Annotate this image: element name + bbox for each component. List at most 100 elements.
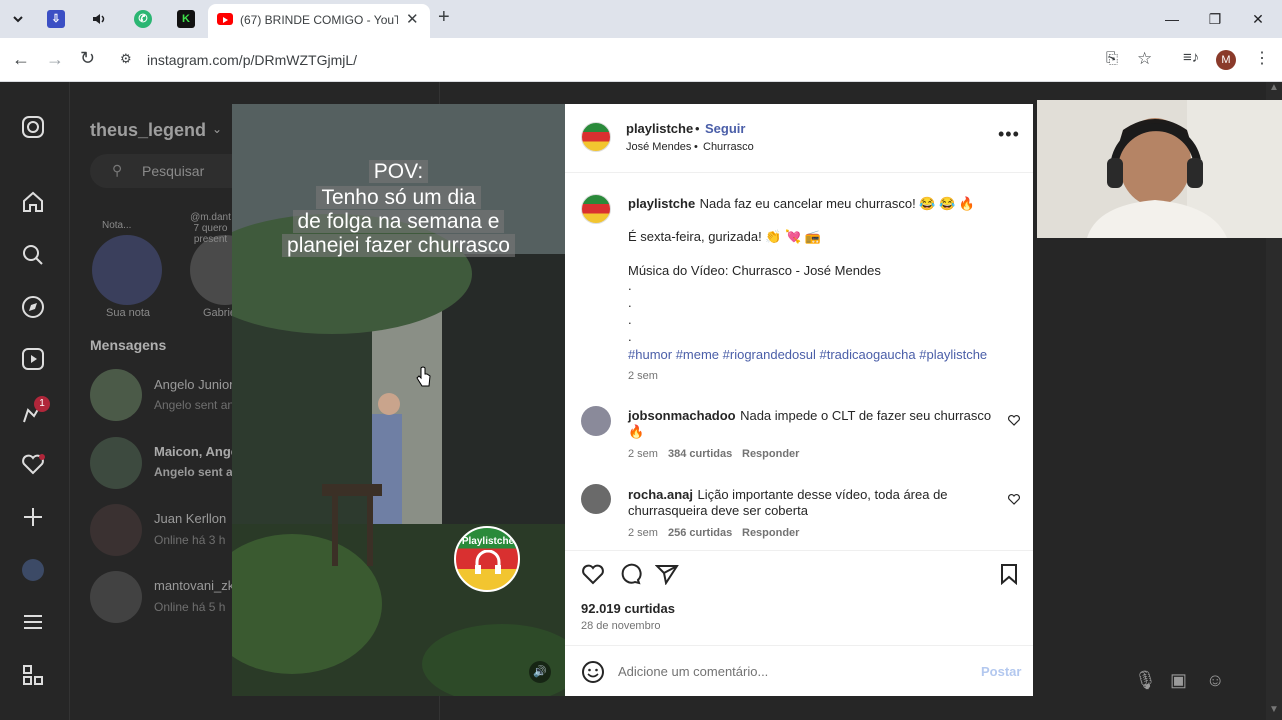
- close-window-button[interactable]: ✕: [1246, 8, 1270, 30]
- search-icon[interactable]: [20, 242, 46, 268]
- close-tab-icon[interactable]: ✕: [406, 10, 419, 28]
- comment-like-heart-icon[interactable]: [1008, 493, 1020, 505]
- k-app-icon[interactable]: K: [177, 10, 195, 28]
- caption-line2: É sexta-feira, gurizada! 👏 💘 📻: [628, 229, 822, 244]
- separator-dot: •: [695, 121, 700, 136]
- whatsapp-icon[interactable]: ✆: [134, 10, 152, 28]
- post-video[interactable]: POV: Tenho só um dia de folga na semana …: [232, 104, 565, 696]
- comment-reply-button[interactable]: Responder: [742, 527, 799, 539]
- image-icon[interactable]: ▣: [1170, 670, 1187, 691]
- comment-likes[interactable]: 384 curtidas: [668, 448, 732, 460]
- mouse-cursor: [416, 366, 432, 388]
- comment-avatar[interactable]: [581, 406, 611, 436]
- conversation-avatar[interactable]: [90, 504, 142, 556]
- tab-search-button[interactable]: [8, 10, 28, 28]
- microphone-icon[interactable]: 🎙: [1134, 670, 1157, 691]
- video-caption-line: POV:: [368, 160, 429, 183]
- search-placeholder: Pesquisar: [142, 163, 205, 179]
- comment-likes[interactable]: 256 curtidas: [668, 527, 732, 539]
- conversation-name[interactable]: Maicon, Ange: [154, 444, 238, 459]
- media-control-icon[interactable]: ≡♪: [1183, 49, 1199, 66]
- tab-youtube[interactable]: (67) BRINDE COMIGO - YouTub ✕: [208, 4, 430, 38]
- caption-line3: Música do Vídeo: Churrasco - José Mendes: [628, 263, 881, 278]
- note-avatar-self[interactable]: [92, 235, 162, 305]
- follow-button[interactable]: Seguir: [705, 121, 745, 136]
- comment-body: jobsonmachadoo Nada impede o CLT de faze…: [628, 407, 998, 424]
- conversation-name[interactable]: Juan Kerllon: [154, 511, 226, 526]
- conversation-preview: Online há 3 h: [154, 533, 226, 547]
- caption-dot: .: [628, 329, 632, 344]
- explore-icon[interactable]: [20, 294, 46, 320]
- restore-button[interactable]: ❐: [1203, 8, 1227, 30]
- hamburger-menu-icon[interactable]: [20, 609, 46, 635]
- back-button[interactable]: ←: [12, 49, 30, 70]
- audio-artist[interactable]: José Mendes: [626, 141, 691, 153]
- conversation-name[interactable]: mantovani_zk: [154, 578, 234, 593]
- profile-avatar-small[interactable]: [22, 559, 44, 581]
- emoji-smiley-icon[interactable]: [581, 660, 605, 684]
- caption-dot: .: [628, 312, 632, 327]
- comment-avatar[interactable]: [581, 484, 611, 514]
- home-icon[interactable]: [20, 189, 46, 215]
- caption-username[interactable]: playlistche: [628, 196, 695, 211]
- conversation-avatar[interactable]: [90, 437, 142, 489]
- instagram-logo-icon[interactable]: [20, 114, 46, 140]
- video-caption-line: de folga na semana e: [292, 210, 505, 233]
- comment-input[interactable]: Adicione um comentário...: [618, 664, 768, 679]
- comment-time: 2 sem: [628, 448, 658, 460]
- scroll-down-icon[interactable]: ▼: [1269, 704, 1279, 715]
- volume-button[interactable]: 🔊: [529, 661, 551, 683]
- bookmark-star-icon[interactable]: ☆: [1137, 49, 1152, 69]
- comment-reply-button[interactable]: Responder: [742, 448, 799, 460]
- comment-bubble-icon[interactable]: [618, 563, 642, 585]
- forward-button[interactable]: →: [46, 49, 64, 70]
- more-options-icon[interactable]: •••: [998, 124, 1020, 145]
- new-tab-button[interactable]: +: [438, 6, 450, 29]
- playlistche-logo: Playlistche: [454, 526, 520, 592]
- reels-icon[interactable]: [20, 346, 46, 372]
- caption-hashtags[interactable]: #humor #meme #riograndedosul #tradicaoga…: [628, 347, 987, 362]
- speaker-icon[interactable]: [90, 10, 108, 28]
- author-avatar[interactable]: [581, 122, 611, 152]
- search-icon: ⚲: [112, 162, 123, 178]
- install-app-icon[interactable]: ⎘: [1106, 50, 1118, 67]
- conversation-avatar[interactable]: [90, 369, 142, 421]
- logo-text: Playlistche: [461, 536, 515, 547]
- site-info-icon[interactable]: ⚙: [120, 51, 132, 67]
- profile-avatar[interactable]: M: [1216, 50, 1236, 70]
- likes-count[interactable]: 92.019 curtidas: [581, 601, 675, 616]
- scroll-up-icon[interactable]: ▲: [1269, 82, 1279, 93]
- download-app-icon[interactable]: ⇩: [47, 10, 65, 28]
- account-username[interactable]: theus_legend: [90, 120, 206, 141]
- save-bookmark-icon[interactable]: [999, 563, 1019, 585]
- create-plus-icon[interactable]: [20, 504, 46, 530]
- browser-toolbar: ← → ↻ ⚙ instagram.com/p/DRmWZTGjmjL/ ⎘ ☆…: [0, 38, 1282, 82]
- comment-like-heart-icon[interactable]: [1008, 414, 1020, 426]
- comment-text-cont: churrasqueira deve ser coberta: [628, 503, 808, 518]
- post-date: 28 de novembro: [581, 620, 661, 632]
- url-text[interactable]: instagram.com/p/DRmWZTGjmjL/: [147, 52, 357, 68]
- sticker-icon[interactable]: ☺: [1206, 670, 1224, 691]
- menu-kebab-icon[interactable]: ⋮: [1254, 48, 1270, 68]
- minimize-button[interactable]: —: [1160, 8, 1184, 30]
- comment-text-cont: 🔥: [628, 424, 645, 439]
- audio-separator: •: [694, 141, 698, 153]
- post-comment-button[interactable]: Postar: [981, 664, 1021, 679]
- conversation-name[interactable]: Angelo Junior: [154, 377, 234, 392]
- conversation-avatar[interactable]: [90, 571, 142, 623]
- comment-username[interactable]: jobsonmachadoo: [628, 408, 736, 423]
- conversation-preview: Online há 5 h: [154, 600, 226, 614]
- address-bar[interactable]: ⚙ instagram.com/p/DRmWZTGjmjL/ ⎘ ☆: [112, 44, 1164, 76]
- like-heart-icon[interactable]: [581, 563, 605, 585]
- audio-title[interactable]: Churrasco: [703, 141, 754, 153]
- reload-button[interactable]: ↻: [80, 48, 95, 69]
- author-username[interactable]: playlistche: [626, 121, 693, 136]
- apps-grid-icon[interactable]: [20, 662, 46, 688]
- comment-username[interactable]: rocha.anaj: [628, 487, 693, 502]
- chevron-down-icon[interactable]: ⌄: [212, 122, 222, 136]
- caption-avatar[interactable]: [581, 194, 611, 224]
- heart-icon[interactable]: [20, 451, 46, 477]
- messages-heading: Mensagens: [90, 337, 167, 353]
- share-paper-plane-icon[interactable]: [655, 563, 679, 585]
- conversation-preview: Angelo sent an: [154, 465, 241, 479]
